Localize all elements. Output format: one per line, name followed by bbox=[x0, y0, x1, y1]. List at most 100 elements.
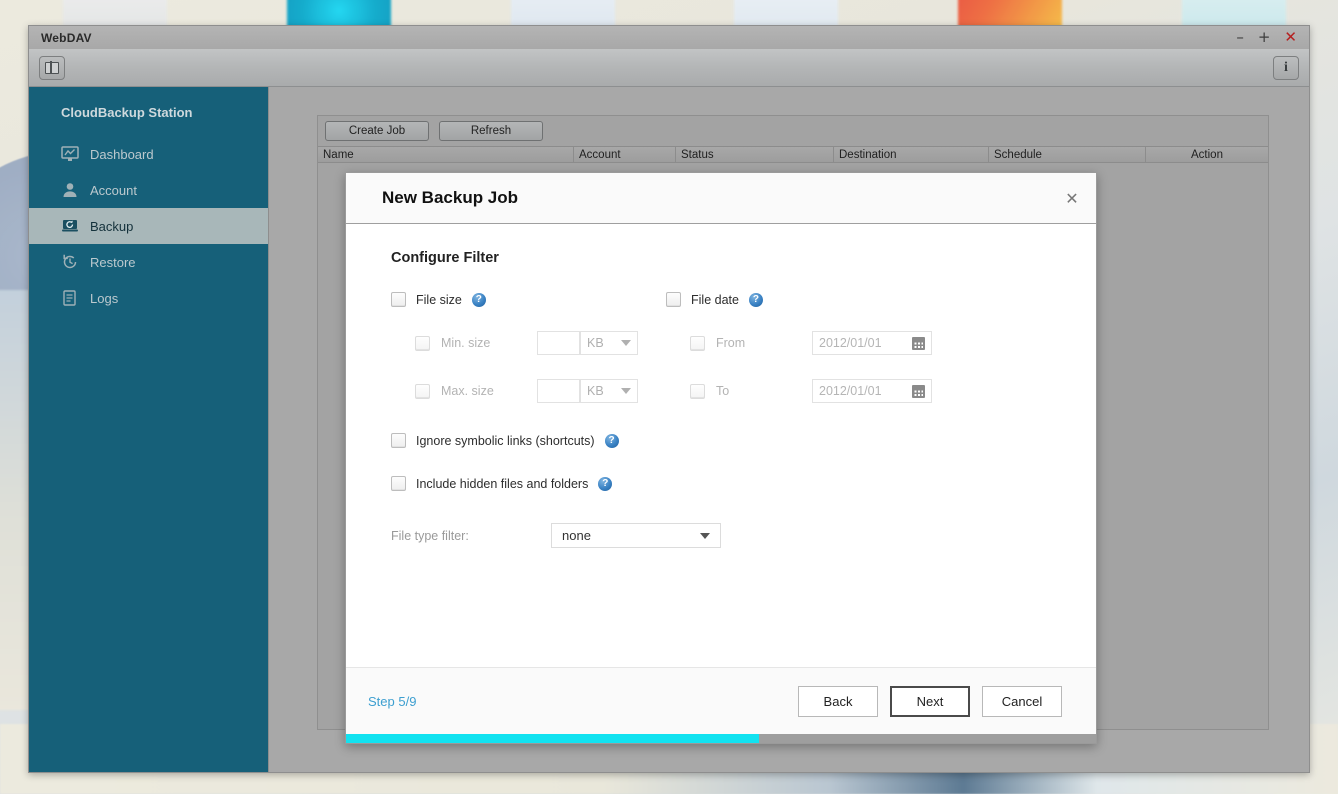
sidebar-item-label: Dashboard bbox=[90, 146, 154, 162]
file-size-group: File size ? Min. size KB Max. size KB bbox=[391, 292, 666, 403]
date-to-label: To bbox=[716, 384, 730, 398]
sidebar-item-label: Logs bbox=[90, 290, 119, 306]
dialog-header: New Backup Job ✕ bbox=[346, 173, 1096, 224]
step-indicator: Step 5/9 bbox=[368, 693, 417, 709]
section-title: Configure Filter bbox=[391, 250, 499, 266]
column-header-name[interactable]: Name bbox=[318, 147, 574, 162]
filter-columns: File size ? Min. size KB Max. size KB Fi… bbox=[391, 292, 1060, 403]
column-header-destination[interactable]: Destination bbox=[834, 147, 989, 162]
dialog-title: New Backup Job bbox=[382, 188, 519, 207]
sidebar-item-label: Restore bbox=[90, 254, 136, 270]
min-size-checkbox[interactable] bbox=[415, 335, 430, 351]
minimize-button[interactable]: – bbox=[1236, 30, 1244, 45]
cancel-button[interactable]: Cancel bbox=[982, 685, 1062, 717]
file-size-checkbox[interactable] bbox=[391, 292, 406, 307]
create-job-button[interactable]: Create Job bbox=[325, 121, 429, 141]
max-size-checkbox[interactable] bbox=[415, 383, 430, 399]
wizard-progress-bar bbox=[346, 734, 1096, 743]
help-icon[interactable]: ? bbox=[748, 292, 763, 307]
account-icon bbox=[63, 183, 77, 197]
file-date-checkbox[interactable] bbox=[666, 292, 681, 307]
sidebar-item-backup[interactable]: Backup bbox=[29, 208, 268, 244]
file-type-filter-value: none bbox=[562, 528, 591, 543]
sidebar-item-restore[interactable]: Restore bbox=[29, 244, 268, 280]
max-size-unit-select[interactable]: KB bbox=[580, 379, 638, 403]
date-to-value: 2012/01/01 bbox=[819, 384, 882, 398]
column-header-status[interactable]: Status bbox=[676, 147, 834, 162]
info-icon: i bbox=[1284, 59, 1288, 75]
calendar-icon[interactable] bbox=[912, 336, 925, 350]
file-size-row: File size ? bbox=[391, 292, 666, 307]
sidebar-item-dashboard[interactable]: Dashboard bbox=[29, 136, 268, 172]
min-size-label: Min. size bbox=[441, 336, 491, 350]
back-button[interactable]: Back bbox=[798, 685, 878, 717]
max-size-input[interactable] bbox=[537, 379, 580, 403]
calendar-icon[interactable] bbox=[912, 384, 925, 398]
jobs-table-header: Name Account Status Destination Schedule… bbox=[318, 146, 1268, 163]
chevron-down-icon bbox=[700, 532, 710, 539]
ignore-symlinks-checkbox[interactable] bbox=[391, 433, 406, 448]
backup-icon bbox=[62, 220, 78, 232]
wizard-progress-fill bbox=[346, 734, 759, 743]
sidebar-item-logs[interactable]: Logs bbox=[29, 280, 268, 316]
maximize-button[interactable]: + bbox=[1258, 30, 1271, 45]
ignore-symlinks-row: Ignore symbolic links (shortcuts) ? bbox=[391, 433, 1060, 448]
column-header-account[interactable]: Account bbox=[574, 147, 676, 162]
window-controls: – + ✕ bbox=[1236, 30, 1303, 45]
file-type-filter-select[interactable]: none bbox=[551, 523, 721, 548]
new-backup-job-dialog: New Backup Job ✕ Configure Filter File s… bbox=[345, 172, 1097, 744]
file-date-group: File date ? From 2012/01/01 To 2012/01/0 bbox=[666, 292, 1060, 403]
chevron-down-icon bbox=[621, 340, 631, 346]
restore-icon bbox=[63, 254, 77, 269]
sidebar-item-account[interactable]: Account bbox=[29, 172, 268, 208]
file-type-filter-row: File type filter: none bbox=[391, 523, 1060, 548]
file-type-filter-label: File type filter: bbox=[391, 528, 469, 543]
panel-toggle-button[interactable] bbox=[39, 55, 65, 80]
refresh-button[interactable]: Refresh bbox=[439, 121, 543, 141]
close-icon[interactable]: ✕ bbox=[1062, 188, 1082, 208]
panel-toggle-icon bbox=[45, 60, 59, 75]
column-header-action[interactable]: Action bbox=[1146, 147, 1268, 162]
dialog-body: Configure Filter File size ? Min. size K… bbox=[346, 224, 1096, 667]
max-size-label: Max. size bbox=[441, 384, 494, 398]
wizard-buttons: Back Next Cancel bbox=[798, 685, 1062, 717]
chevron-down-icon bbox=[621, 388, 631, 394]
date-to-input[interactable]: 2012/01/01 bbox=[812, 379, 932, 403]
include-hidden-row: Include hidden files and folders ? bbox=[391, 476, 1060, 491]
max-size-row: Max. size KB bbox=[391, 379, 666, 403]
dialog-footer: Step 5/9 Back Next Cancel bbox=[346, 667, 1096, 734]
date-from-checkbox[interactable] bbox=[690, 335, 705, 351]
dashboard-icon bbox=[61, 146, 79, 161]
column-header-schedule[interactable]: Schedule bbox=[989, 147, 1146, 162]
jobs-toolbar: Create Job Refresh bbox=[318, 116, 1268, 146]
date-from-row: From 2012/01/01 bbox=[666, 331, 1060, 355]
help-icon[interactable]: ? bbox=[471, 292, 486, 307]
sidebar: CloudBackup Station Dashboard Account Ba… bbox=[29, 87, 269, 772]
app-brand-title: CloudBackup Station bbox=[61, 105, 193, 120]
window-titlebar: WebDAV – + ✕ bbox=[29, 26, 1309, 49]
window-title: WebDAV bbox=[41, 30, 92, 45]
application-toolbar: i bbox=[29, 49, 1309, 87]
min-size-input[interactable] bbox=[537, 331, 580, 355]
next-button[interactable]: Next bbox=[890, 685, 970, 717]
include-hidden-checkbox[interactable] bbox=[391, 476, 406, 491]
max-size-unit-value: KB bbox=[587, 384, 604, 398]
min-size-unit-value: KB bbox=[587, 336, 604, 350]
include-hidden-label: Include hidden files and folders bbox=[416, 476, 589, 491]
min-size-row: Min. size KB bbox=[391, 331, 666, 355]
min-size-unit-select[interactable]: KB bbox=[580, 331, 638, 355]
date-from-value: 2012/01/01 bbox=[819, 336, 882, 350]
info-button[interactable]: i bbox=[1273, 55, 1299, 80]
file-date-label: File date bbox=[691, 292, 739, 307]
file-date-row: File date ? bbox=[666, 292, 1060, 307]
help-icon[interactable]: ? bbox=[598, 476, 613, 491]
date-from-input[interactable]: 2012/01/01 bbox=[812, 331, 932, 355]
date-from-label: From bbox=[716, 336, 746, 350]
file-size-label: File size bbox=[416, 292, 462, 307]
date-to-row: To 2012/01/01 bbox=[666, 379, 1060, 403]
date-to-checkbox[interactable] bbox=[690, 383, 705, 399]
close-window-button[interactable]: ✕ bbox=[1284, 30, 1297, 45]
ignore-symlinks-label: Ignore symbolic links (shortcuts) bbox=[416, 433, 595, 448]
logs-icon bbox=[63, 290, 76, 306]
help-icon[interactable]: ? bbox=[604, 433, 619, 448]
